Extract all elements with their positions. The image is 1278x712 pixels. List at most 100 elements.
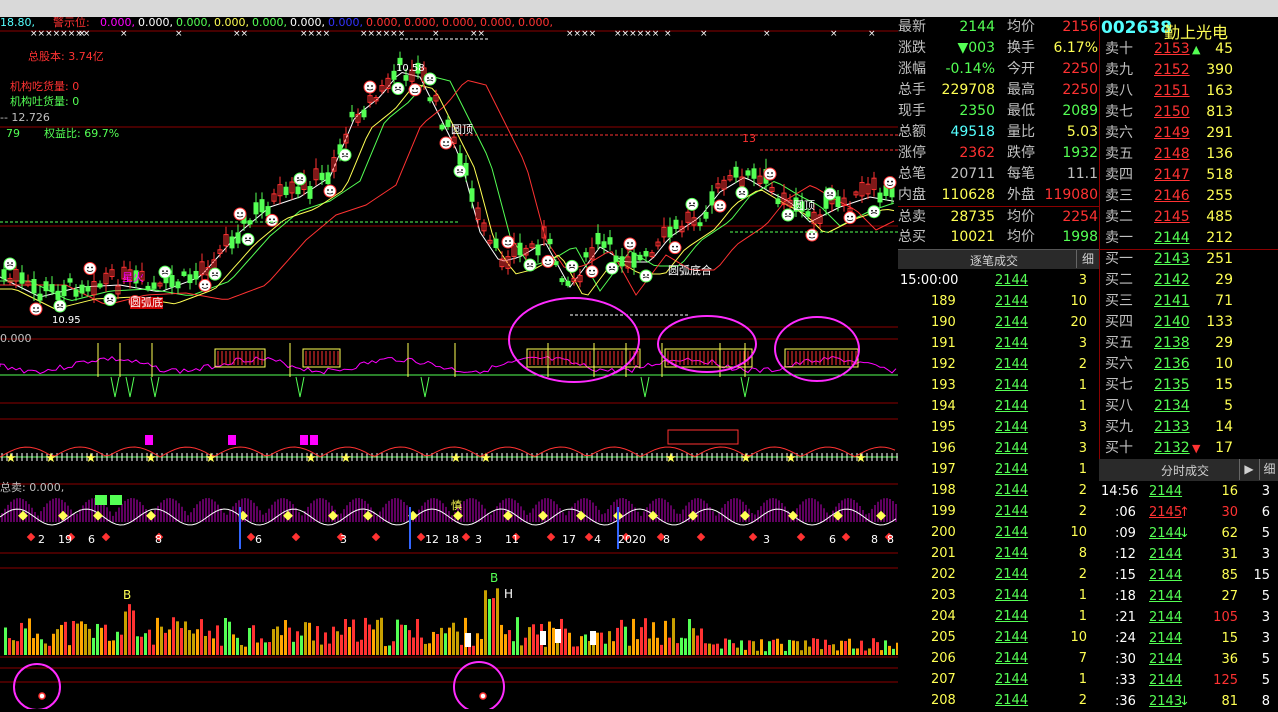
minute-row[interactable]: :33 2144 125 5	[1099, 670, 1278, 691]
ask-row[interactable]: 卖七 2150 813	[1100, 102, 1278, 123]
ask-row[interactable]: 卖六 2149 291	[1100, 123, 1278, 144]
tick-row[interactable]: 190 2144 20	[898, 312, 1099, 333]
minute-row[interactable]: :06 2145 ↑ 30 6	[1099, 502, 1278, 523]
minute-volume: 16	[1221, 484, 1238, 499]
quote-label: 总买	[898, 229, 926, 245]
diamond-icon	[291, 532, 301, 542]
minute-row[interactable]: :30 2144 36 5	[1099, 649, 1278, 670]
tick-row[interactable]: 189 2144 10	[898, 291, 1099, 312]
volume-bar	[164, 632, 167, 655]
bid-row[interactable]: 买二 2142 29	[1100, 270, 1278, 291]
tick-row[interactable]: 203 2144 1	[898, 585, 1099, 606]
tick-row[interactable]: 207 2144 1	[898, 669, 1099, 690]
volume-bar	[328, 643, 331, 655]
tick-volume: 10	[1070, 630, 1087, 645]
tick-price: 2144	[995, 483, 1029, 498]
volume-bar	[528, 627, 531, 655]
tick-row[interactable]: 199 2144 2	[898, 501, 1099, 522]
bid-row[interactable]: 买四 2140 133	[1100, 312, 1278, 333]
minute-row[interactable]: :18 2144 27 5	[1099, 586, 1278, 607]
volume-bar	[252, 625, 255, 655]
tick-row[interactable]: 191 2144 3	[898, 333, 1099, 354]
ask-row[interactable]: 卖十 2153 ▲ 45	[1100, 39, 1278, 60]
ask-row[interactable]: 卖五 2148 136	[1100, 144, 1278, 165]
minute-row[interactable]: :21 2144 105 3	[1099, 607, 1278, 628]
ask-row[interactable]: 卖三 2146 255	[1100, 186, 1278, 207]
level-price u: 2134	[1154, 398, 1190, 414]
tick-row[interactable]: 194 2144 1	[898, 396, 1099, 417]
star-icon: ★	[665, 451, 677, 466]
volume-bar	[784, 650, 787, 655]
tick-detail-button[interactable]: 细	[1076, 250, 1099, 268]
ask-row[interactable]: 卖一 2144 212	[1100, 228, 1278, 249]
ask-row[interactable]: 卖八 2151 163	[1100, 81, 1278, 102]
bid-row[interactable]: 买十 2132 ▼ 17	[1100, 438, 1278, 459]
bid-row[interactable]: 买七 2135 15	[1100, 375, 1278, 396]
bottom-count: 18	[445, 533, 459, 546]
minute-row[interactable]: :15 2144 85 15	[1099, 565, 1278, 586]
tick-row[interactable]: 195 2144 3	[898, 417, 1099, 438]
kline-chart-area[interactable]: ×××××××× × × × ×× ×××× ×××××× × ×× ×××× …	[0, 17, 898, 709]
volume-bar	[68, 645, 71, 655]
tick-row[interactable]: 206 2144 7	[898, 648, 1099, 669]
minute-row[interactable]: :09 2144 ↓ 62 5	[1099, 523, 1278, 544]
tick-row[interactable]: 205 2144 10	[898, 627, 1099, 648]
minute-row[interactable]: :24 2144 15 3	[1099, 628, 1278, 649]
tick-row[interactable]: 198 2144 2	[898, 480, 1099, 501]
level-volume: 136	[1206, 146, 1233, 162]
level-price u: 2143	[1154, 251, 1190, 267]
tick-row[interactable]: 197 2144 1	[898, 459, 1099, 480]
smiley-face	[363, 80, 377, 94]
minute-trades[interactable]: 分时成交 ▶ 细 14:56 2144 16 3:06 2145 ↑ 30 6:09 2144 ↓…	[1099, 459, 1278, 709]
smiley-face	[668, 241, 682, 255]
level-label: 卖五	[1105, 146, 1133, 162]
level-volume: 291	[1206, 125, 1233, 141]
volume-bars	[4, 588, 898, 655]
volume-bar	[100, 627, 103, 655]
bid-row[interactable]: 买三 2141 71	[1100, 291, 1278, 312]
volume-bar	[388, 645, 391, 655]
candle-body	[775, 198, 781, 205]
volume-bar	[288, 627, 291, 655]
play-button[interactable]: ▶	[1239, 459, 1258, 480]
tick-volume: 1	[1078, 588, 1087, 603]
diamond-icon	[416, 532, 426, 542]
smiley-face	[843, 211, 857, 225]
ind1-dip	[740, 376, 750, 398]
candle-body	[643, 251, 649, 257]
tick-row[interactable]: 193 2144 1	[898, 375, 1099, 396]
bid-row[interactable]: 买五 2138 29	[1100, 333, 1278, 354]
tick-row[interactable]: 201 2144 8	[898, 543, 1099, 564]
bid-row[interactable]: 买一 2143 251	[1100, 249, 1278, 270]
ask-row[interactable]: 卖四 2147 518	[1100, 165, 1278, 186]
tick-row[interactable]: 192 2144 2	[898, 354, 1099, 375]
tick-row[interactable]: 200 2144 10	[898, 522, 1099, 543]
volume-bar	[32, 638, 35, 655]
candle-body	[31, 278, 37, 294]
ask-row[interactable]: 卖二 2145 485	[1100, 207, 1278, 228]
bid-row[interactable]: 买六 2136 10	[1100, 354, 1278, 375]
ask-row[interactable]: 卖九 2152 390	[1100, 60, 1278, 81]
level-volume: 71	[1215, 293, 1233, 309]
tick-row[interactable]: 208 2144 2	[898, 690, 1099, 711]
volume-bar	[232, 634, 235, 655]
tick-row[interactable]: 196 2144 3	[898, 438, 1099, 459]
annotation-circle-2	[453, 661, 505, 709]
minute-detail-button[interactable]: 细	[1259, 459, 1278, 480]
level-label: 卖九	[1105, 62, 1133, 78]
tick-row[interactable]: 204 2144 1	[898, 606, 1099, 627]
minute-price: 2144	[1149, 484, 1183, 499]
minute-row[interactable]: 14:56 2144 16 3	[1099, 481, 1278, 502]
volume-bar	[688, 619, 691, 655]
bid-row[interactable]: 买八 2134 5	[1100, 396, 1278, 417]
volume-bar	[792, 640, 795, 655]
tick-list[interactable]: 逐笔成交 细 15:00:00 2144 3 189 2144 10 190 2144 20 19…	[898, 249, 1099, 709]
tick-seq: 195	[931, 420, 956, 435]
minute-price: 2145	[1149, 505, 1183, 520]
smiley-face	[883, 176, 897, 190]
tick-row[interactable]: 15:00:00 2144 3	[898, 270, 1099, 291]
bid-row[interactable]: 买九 2133 14	[1100, 417, 1278, 438]
warn-label: 警示位:	[53, 17, 90, 29]
minute-row[interactable]: :12 2144 31 3	[1099, 544, 1278, 565]
tick-row[interactable]: 202 2144 2	[898, 564, 1099, 585]
